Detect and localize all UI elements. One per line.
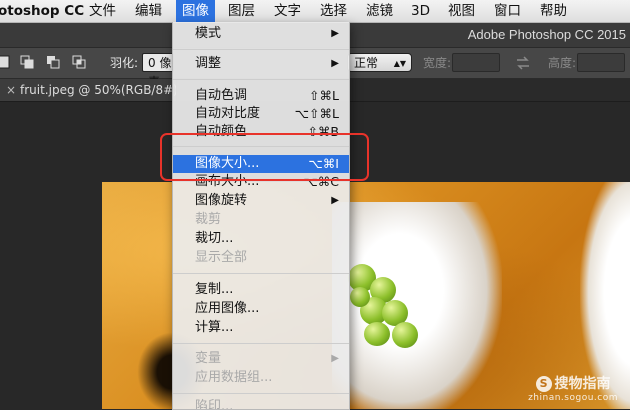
menu-item-label: 裁剪	[195, 212, 222, 227]
app-menu[interactable]: otoshop CC	[0, 0, 90, 22]
menu-item-label: 应用数据组...	[195, 370, 273, 385]
menu-file[interactable]: 文件	[83, 0, 122, 22]
menu-item-label: 调整	[195, 56, 222, 71]
menu-item-label: 裁切...	[195, 231, 234, 246]
watermark-url: zhinan.sogou.com	[528, 393, 618, 403]
document-tab-label: fruit.jpeg @ 50%(RGB/8#)	[20, 83, 177, 97]
menu-item-variables: 变量 ▶	[173, 350, 349, 368]
document-tab[interactable]: × fruit.jpeg @ 50%(RGB/8#)	[0, 79, 177, 101]
menu-item-trap: 陷印...	[173, 398, 349, 410]
menu-item-shortcut: ⇧⌘B	[307, 124, 339, 139]
style-select-value: 正常	[354, 56, 379, 70]
menu-item-auto-contrast[interactable]: 自动对比度 ⌥⇧⌘L	[173, 105, 349, 123]
menu-image[interactable]: 图像	[176, 0, 215, 22]
menu-item-label: 陷印...	[195, 399, 234, 410]
select-arrows-icon: ▲▼	[393, 59, 406, 68]
menu-item-label: 变量	[195, 351, 222, 366]
menu-item-shortcut: ⌥⌘C	[303, 174, 339, 189]
menubar: otoshop CC 文件 编辑 图像 图层 文字 选择 滤镜 3D 视图 窗口…	[0, 0, 630, 23]
subtract-selection-icon[interactable]	[46, 55, 60, 69]
menu-item-label: 复制...	[195, 282, 234, 297]
feather-label: 羽化:	[110, 56, 139, 70]
menu-item-label: 计算...	[195, 320, 234, 335]
image-grape	[364, 322, 390, 346]
image-grape	[350, 287, 370, 307]
menu-item-shortcut: ⌥⇧⌘L	[294, 106, 339, 121]
height-input[interactable]	[577, 53, 625, 72]
menu-separator	[173, 146, 349, 147]
image-grape	[392, 322, 418, 348]
width-input[interactable]	[452, 53, 500, 72]
menu-item-image-rotation[interactable]: 图像旋转 ▶	[173, 192, 349, 210]
menu-item-label: 显示全部	[195, 250, 248, 265]
watermark-logo-icon: S	[535, 376, 552, 392]
submenu-arrow-icon: ▶	[331, 353, 339, 364]
menu-item-label: 图像旋转	[195, 193, 248, 208]
menu-item-label: 模式	[195, 26, 222, 41]
submenu-arrow-icon: ▶	[331, 28, 339, 39]
menu-separator	[173, 79, 349, 80]
watermark: S 搜物指南 zhinan.sogou.com	[528, 373, 618, 403]
menu-item-trim[interactable]: 裁切...	[173, 230, 349, 248]
menu-item-reveal-all: 显示全部	[173, 249, 349, 267]
menu-3d[interactable]: 3D	[405, 0, 436, 22]
feather-input[interactable]: 0 像素	[142, 53, 174, 89]
menu-separator	[173, 273, 349, 274]
menu-item-crop: 裁剪	[173, 211, 349, 229]
menu-item-auto-tone[interactable]: 自动色调 ⇧⌘L	[173, 87, 349, 105]
menu-separator	[173, 343, 349, 344]
menu-select[interactable]: 选择	[314, 0, 353, 22]
add-selection-icon[interactable]	[20, 55, 34, 69]
menu-item-label: 自动颜色	[195, 124, 248, 139]
menu-help[interactable]: 帮助	[534, 0, 573, 22]
swap-arrows-icon[interactable]	[516, 56, 530, 70]
menu-item-mode[interactable]: 模式 ▶	[173, 25, 349, 43]
menu-window[interactable]: 窗口	[488, 0, 527, 22]
menu-item-auto-color[interactable]: 自动颜色 ⇧⌘B	[173, 123, 349, 141]
close-tab-icon[interactable]: ×	[6, 79, 16, 101]
menu-item-canvas-size[interactable]: 画布大小... ⌥⌘C	[173, 173, 349, 191]
menu-item-image-size[interactable]: 图像大小... ⌥⌘I	[173, 155, 349, 173]
menu-item-label: 自动对比度	[195, 106, 261, 121]
width-label: 宽度:	[423, 56, 452, 70]
menu-layer[interactable]: 图层	[222, 0, 261, 22]
intersect-selection-icon[interactable]	[72, 55, 86, 69]
menu-filter[interactable]: 滤镜	[360, 0, 399, 22]
menu-item-calculations[interactable]: 计算...	[173, 319, 349, 337]
style-select[interactable]: 正常 ▲▼	[347, 53, 412, 72]
menu-item-adjustments[interactable]: 调整 ▶	[173, 55, 349, 73]
menu-edit[interactable]: 编辑	[129, 0, 168, 22]
watermark-text: 搜物指南	[554, 376, 611, 392]
menu-view[interactable]: 视图	[442, 0, 481, 22]
menu-separator	[173, 49, 349, 50]
menu-item-apply-data-set: 应用数据组...	[173, 369, 349, 387]
image-menu-dropdown: 模式 ▶ 调整 ▶ 自动色调 ⇧⌘L 自动对比度 ⌥⇧⌘L 自动颜色 ⇧⌘B 图…	[172, 22, 350, 410]
app-title: Adobe Photoshop CC 2015	[467, 27, 626, 42]
menu-item-label: 图像大小...	[195, 156, 260, 171]
menu-type[interactable]: 文字	[268, 0, 307, 22]
height-label: 高度:	[548, 56, 577, 70]
menu-item-apply-image[interactable]: 应用图像...	[173, 300, 349, 318]
menu-item-shortcut: ⌥⌘I	[308, 156, 339, 171]
menu-item-duplicate[interactable]: 复制...	[173, 281, 349, 299]
menu-item-label: 画布大小...	[195, 174, 260, 189]
menu-item-shortcut: ⇧⌘L	[309, 88, 339, 103]
submenu-arrow-icon: ▶	[331, 58, 339, 69]
menu-separator	[173, 393, 349, 394]
menu-item-label: 应用图像...	[195, 301, 260, 316]
menu-item-label: 自动色调	[195, 88, 248, 103]
submenu-arrow-icon: ▶	[331, 195, 339, 206]
new-selection-icon[interactable]	[0, 55, 10, 69]
